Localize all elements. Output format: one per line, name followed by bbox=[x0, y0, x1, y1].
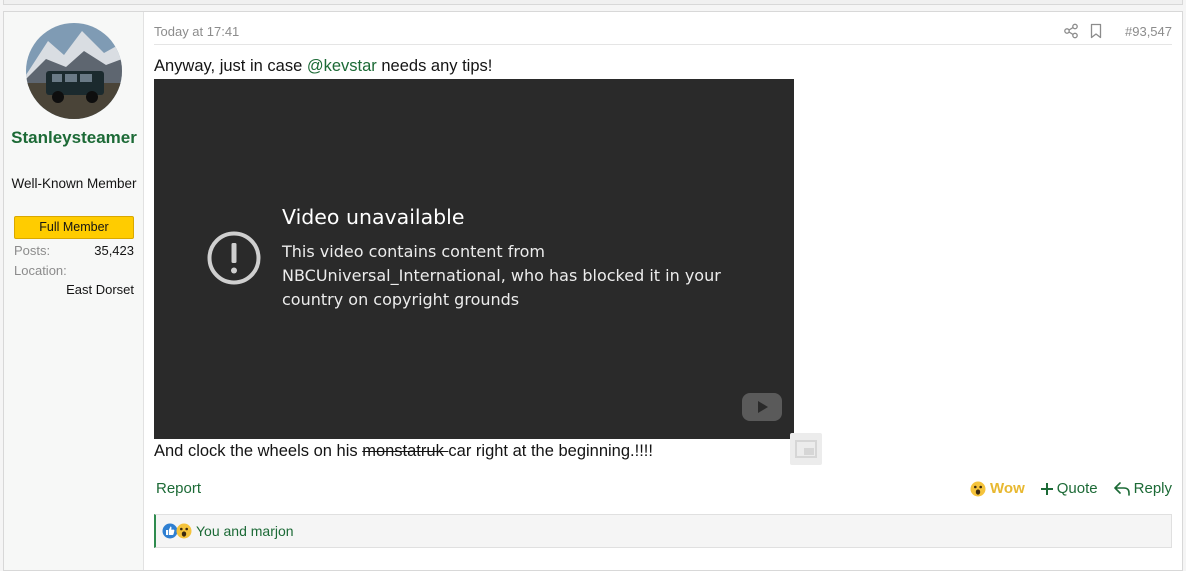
car-on-mountain-avatar bbox=[26, 23, 122, 119]
stat-label: Posts: bbox=[14, 243, 51, 258]
wow-reaction-button[interactable]: Wow bbox=[970, 480, 1025, 497]
bookmark-icon[interactable] bbox=[1088, 23, 1104, 39]
stat-label: Location: bbox=[14, 263, 67, 278]
avatar[interactable] bbox=[26, 23, 122, 119]
quote-label: Quote bbox=[1056, 480, 1098, 497]
reply-button[interactable]: Reply bbox=[1113, 480, 1172, 497]
wow-label: Wow bbox=[990, 480, 1025, 497]
report-link[interactable]: Report bbox=[156, 480, 201, 497]
picture-in-picture-icon[interactable] bbox=[790, 433, 822, 465]
plus-icon bbox=[1040, 482, 1053, 495]
reply-arrow-icon bbox=[1113, 481, 1130, 496]
message-text: needs any tips! bbox=[376, 57, 493, 75]
reactions-bar[interactable]: You and marjon bbox=[154, 514, 1172, 548]
user-mention[interactable]: @kevstar bbox=[307, 57, 377, 75]
post-actions: Wow Quote Reply bbox=[970, 480, 1172, 497]
stat-posts: Posts: 35,423 bbox=[14, 243, 134, 261]
video-embed[interactable]: Video unavailable This video contains co… bbox=[154, 79, 794, 439]
video-title: Video unavailable bbox=[282, 205, 465, 229]
stat-value[interactable]: 35,423 bbox=[94, 243, 134, 258]
stat-location: Location: bbox=[14, 263, 134, 281]
previous-post-edge bbox=[3, 0, 1183, 5]
message-text: Anyway, just in case bbox=[154, 57, 307, 75]
stat-value[interactable]: East Dorset bbox=[14, 282, 134, 297]
wow-face-icon bbox=[970, 481, 986, 496]
quote-button[interactable]: Quote bbox=[1040, 480, 1098, 497]
strikethrough-text: monstatruk bbox=[362, 442, 449, 460]
wow-face-icon bbox=[176, 523, 192, 539]
forum-post: Stanleysteamer Well-Known Member Full Me… bbox=[3, 11, 1183, 571]
message-text: And clock the wheels on his bbox=[154, 442, 363, 460]
user-banner: Full Member bbox=[14, 216, 134, 239]
reply-label: Reply bbox=[1133, 480, 1172, 497]
post-number[interactable]: #93,547 bbox=[1125, 24, 1172, 39]
post-main: Today at 17:41 #93,547 Anyway, just in c… bbox=[145, 12, 1182, 570]
share-icon[interactable] bbox=[1063, 23, 1079, 39]
post-date[interactable]: Today at 17:41 bbox=[154, 24, 239, 39]
message-text: car right at the beginning.!!!! bbox=[448, 442, 653, 460]
exclamation-circle-icon bbox=[207, 231, 261, 285]
reactions-summary[interactable]: You and marjon bbox=[196, 523, 294, 539]
youtube-logo-icon[interactable] bbox=[742, 393, 782, 421]
username[interactable]: Stanleysteamer bbox=[10, 126, 138, 149]
header-divider bbox=[154, 44, 1172, 45]
message-line-2: And clock the wheels on his monstatruk c… bbox=[154, 442, 653, 461]
message-line-1: Anyway, just in case @kevstar needs any … bbox=[154, 57, 492, 76]
user-title: Well-Known Member bbox=[11, 176, 137, 191]
user-info-panel: Stanleysteamer Well-Known Member Full Me… bbox=[4, 12, 144, 570]
video-description: This video contains content from NBCUniv… bbox=[282, 242, 721, 309]
reaction-icons bbox=[162, 523, 192, 539]
